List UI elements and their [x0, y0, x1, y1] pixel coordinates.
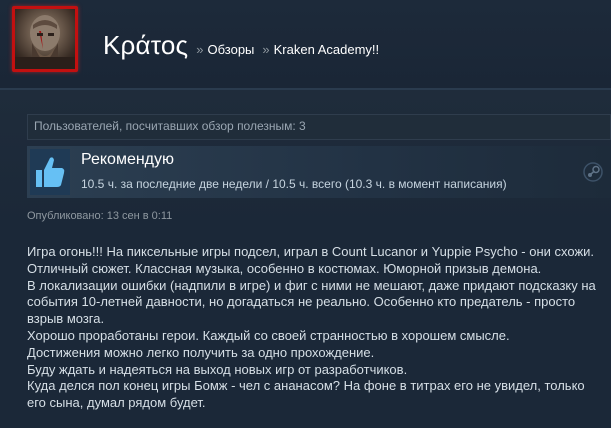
review-text: Игра огонь!!! На пиксельные игры подсел,…: [27, 244, 611, 412]
breadcrumb: Κράτος » Обзоры » Kraken Academy!!: [103, 30, 379, 61]
helpful-count-text: Пользователей, посчитавших обзор полезны…: [34, 119, 306, 133]
avatar-frame[interactable]: [12, 6, 78, 72]
breadcrumb-separator: »: [262, 42, 270, 57]
review-line: В локализации ошибки (надпили в игре) и …: [27, 277, 596, 293]
recommendation-box: Рекомендую 10.5 ч. за последние две неде…: [27, 146, 611, 198]
breadcrumb-reviews-link[interactable]: Обзоры: [208, 42, 255, 57]
review-line: Буду ждать и надеяться на выход новых иг…: [27, 361, 408, 377]
review-line: его сына, думал рядом будет.: [27, 395, 206, 411]
review-line: события 10-летней давности, но догадатьс…: [27, 294, 576, 310]
review-line: Куда делся пол конец игры Бомж - чел с а…: [27, 378, 585, 394]
profile-header: Κράτος » Обзоры » Kraken Academy!!: [0, 0, 611, 88]
steam-icon: [583, 162, 603, 182]
review-line: Достижения можно легко получить за одно …: [27, 344, 375, 360]
breadcrumb-game-link[interactable]: Kraken Academy!!: [274, 42, 380, 57]
thumb-badge: [30, 149, 70, 195]
review-line: Игра огонь!!! На пиксельные игры подсел,…: [27, 244, 595, 259]
profile-name-link[interactable]: Κράτος: [103, 30, 188, 61]
breadcrumb-separator: »: [196, 42, 204, 57]
avatar-portrait-icon: [15, 15, 75, 69]
review-line: взрыв мозга.: [27, 311, 105, 327]
thumbs-up-icon: [36, 157, 65, 187]
avatar[interactable]: [15, 9, 75, 69]
review-line: Хорошо проработаны герои. Каждый со свое…: [27, 327, 510, 343]
review-line: Отличный сюжет. Классная музыка, особенн…: [27, 260, 542, 276]
playtime-hours: 10.5 ч. за последние две недели / 10.5 ч…: [81, 177, 507, 191]
recommendation-title: Рекомендую: [81, 151, 175, 168]
helpful-count-bar: Пользователей, посчитавших обзор полезны…: [27, 114, 611, 140]
posted-date: Опубликовано: 13 сен в 0:11: [27, 210, 173, 222]
